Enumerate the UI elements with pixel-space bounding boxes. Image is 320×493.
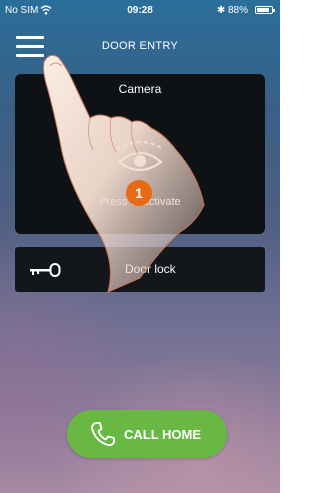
door-lock-label: Door lock xyxy=(125,262,176,276)
menu-line xyxy=(16,36,44,39)
battery-percent: ✱ 88% xyxy=(216,5,248,16)
battery-fill xyxy=(257,8,270,12)
status-bar: No SIM 09:28 ✱ 88% xyxy=(0,0,280,20)
key-icon xyxy=(30,263,61,277)
app-screen: No SIM 09:28 ✱ 88% DOOR ENTRY Camera Pre… xyxy=(0,0,280,493)
battery-icon xyxy=(255,6,275,14)
eye-icon xyxy=(116,141,164,172)
camera-label: Camera xyxy=(118,82,162,96)
menu-line xyxy=(16,54,44,57)
call-home-label: CALL HOME xyxy=(124,427,202,442)
door-lock-button[interactable]: Door lock xyxy=(15,247,265,292)
call-home-button[interactable]: CALL HOME xyxy=(67,410,227,458)
camera-button[interactable]: Camera Press to activate xyxy=(15,74,265,234)
phone-icon xyxy=(91,422,115,447)
page-title: DOOR ENTRY xyxy=(101,40,179,52)
step-badge: 1 xyxy=(126,180,152,206)
